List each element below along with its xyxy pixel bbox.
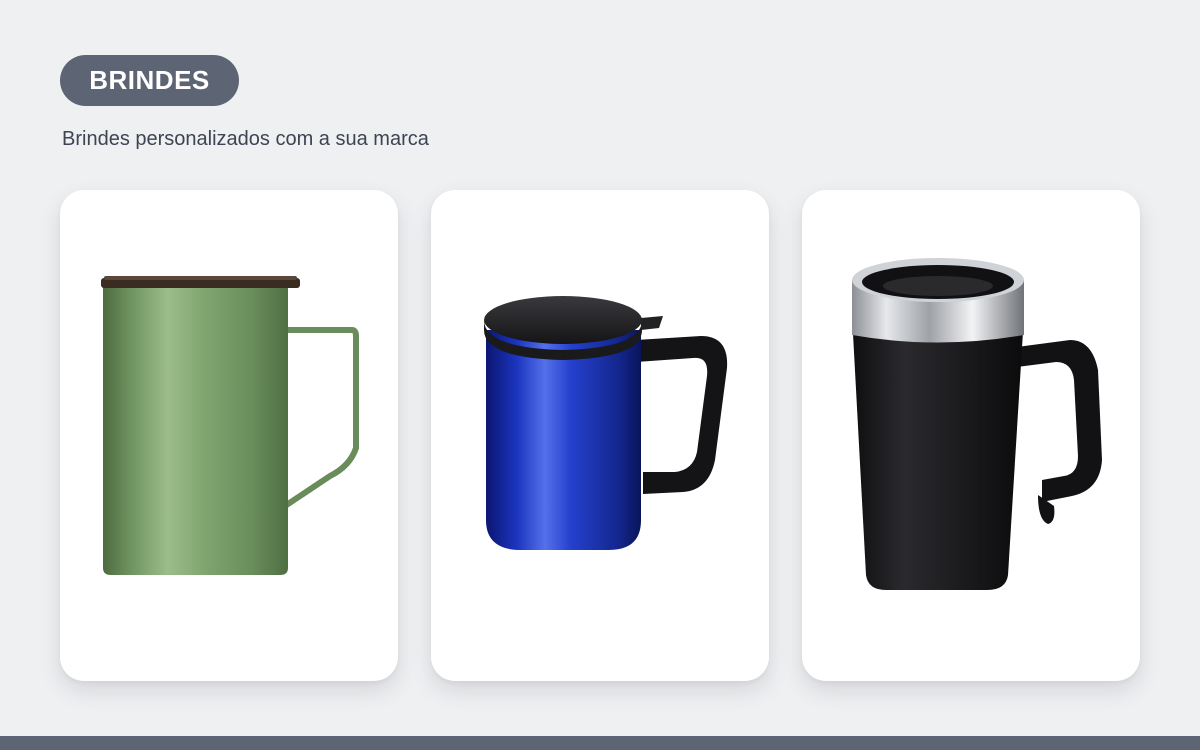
section-badge-label: BRINDES (89, 65, 210, 95)
footer-bar (0, 736, 1200, 750)
green-mug-image (101, 276, 359, 575)
product-card-blue-mug[interactable] (431, 190, 769, 681)
section-badge: BRINDES (60, 55, 239, 106)
blue-mug-image (484, 296, 728, 550)
product-card-black-mug[interactable] (802, 190, 1140, 681)
black-mug-image (852, 258, 1102, 590)
section-subtitle: Brindes personalizados com a sua marca (62, 128, 429, 150)
product-card-green-mug[interactable] (60, 190, 398, 681)
